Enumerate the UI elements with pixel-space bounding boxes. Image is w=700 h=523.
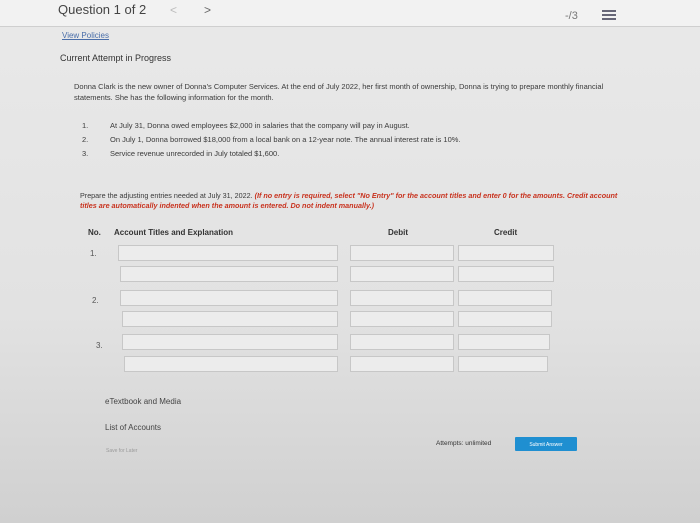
- debit-input[interactable]: [350, 334, 454, 350]
- debit-input[interactable]: [350, 266, 454, 282]
- item-text: Service revenue unrecorded in July total…: [110, 148, 280, 158]
- item-text: On July 1, Donna borrowed $18,000 from a…: [110, 134, 461, 144]
- account-title-input[interactable]: [124, 356, 338, 372]
- question-intro: Donna Clark is the new owner of Donna's …: [74, 82, 604, 102]
- account-title-input[interactable]: [118, 245, 338, 261]
- column-header-credit: Credit: [494, 228, 518, 237]
- journal-table-header: No. Account Titles and Explanation Debit…: [88, 228, 558, 242]
- debit-input[interactable]: [350, 290, 454, 306]
- question-counter: Question 1 of 2: [58, 2, 147, 17]
- item-number: 2.: [82, 134, 89, 144]
- credit-input[interactable]: [458, 266, 554, 282]
- column-header-account: Account Titles and Explanation: [114, 228, 233, 237]
- instructions: Prepare the adjusting entries needed at …: [80, 191, 625, 211]
- debit-input[interactable]: [350, 311, 454, 327]
- account-title-input[interactable]: [120, 290, 338, 306]
- item-text: At July 31, Donna owed employees $2,000 …: [110, 120, 410, 130]
- etextbook-link[interactable]: eTextbook and Media: [105, 397, 181, 406]
- item-number: 3.: [82, 148, 89, 158]
- column-header-debit: Debit: [388, 228, 408, 237]
- list-of-accounts-link[interactable]: List of Accounts: [105, 423, 161, 432]
- previous-question-button[interactable]: <: [170, 3, 177, 17]
- column-header-no: No.: [88, 228, 101, 237]
- screen: Question 1 of 2 < > -/3 View Policies Cu…: [0, 0, 700, 523]
- entry-number: 3.: [96, 341, 103, 350]
- question-header: Question 1 of 2 < > -/3: [0, 0, 700, 27]
- view-policies-link[interactable]: View Policies: [62, 31, 109, 40]
- debit-input[interactable]: [350, 356, 454, 372]
- account-title-input[interactable]: [120, 266, 338, 282]
- next-question-button[interactable]: >: [204, 3, 211, 17]
- save-for-later-link[interactable]: Save for Later: [106, 448, 137, 454]
- item-number: 1.: [82, 120, 89, 130]
- question-score: -/3: [565, 10, 578, 22]
- entry-number: 2.: [92, 296, 99, 305]
- account-title-input[interactable]: [122, 311, 338, 327]
- credit-input[interactable]: [458, 356, 548, 372]
- attempt-status: Current Attempt in Progress: [60, 53, 172, 63]
- question-list-icon[interactable]: [602, 10, 616, 22]
- list-item: 2. On July 1, Donna borrowed $18,000 fro…: [82, 132, 461, 146]
- transaction-list: 1. At July 31, Donna owed employees $2,0…: [82, 118, 461, 160]
- submit-answer-button[interactable]: Submit Answer: [515, 437, 577, 451]
- attempts-status: Attempts: unlimited: [436, 440, 492, 447]
- list-item: 3. Service revenue unrecorded in July to…: [82, 146, 461, 160]
- debit-input[interactable]: [350, 245, 454, 261]
- credit-input[interactable]: [458, 245, 554, 261]
- account-title-input[interactable]: [122, 334, 338, 350]
- credit-input[interactable]: [458, 290, 552, 306]
- credit-input[interactable]: [458, 311, 552, 327]
- list-item: 1. At July 31, Donna owed employees $2,0…: [82, 118, 461, 132]
- instructions-text: Prepare the adjusting entries needed at …: [80, 191, 253, 200]
- entry-number: 1.: [90, 249, 97, 258]
- credit-input[interactable]: [458, 334, 550, 350]
